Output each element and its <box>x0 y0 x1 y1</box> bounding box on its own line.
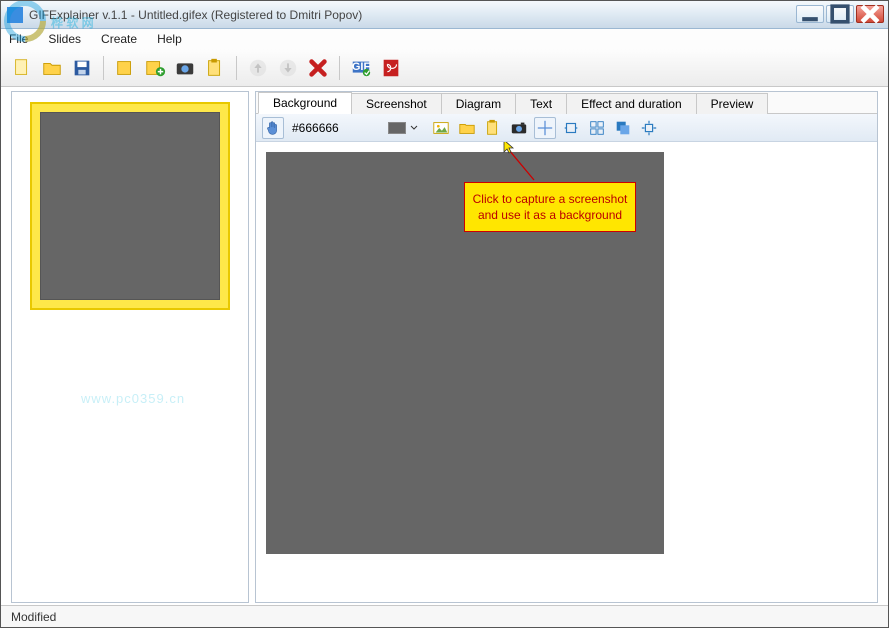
tab-text[interactable]: Text <box>515 93 567 114</box>
fit-width-icon[interactable] <box>560 117 582 139</box>
tab-background[interactable]: Background <box>258 92 352 114</box>
tab-row: Background Screenshot Diagram Text Effec… <box>256 92 877 114</box>
outward-icon[interactable] <box>638 117 660 139</box>
color-swatch[interactable] <box>388 122 406 134</box>
image-icon[interactable] <box>430 117 452 139</box>
tab-diagram[interactable]: Diagram <box>441 93 516 114</box>
export-pdf-button[interactable] <box>378 55 404 81</box>
crosshair-icon[interactable] <box>534 117 556 139</box>
slides-panel[interactable] <box>11 91 249 603</box>
save-button[interactable] <box>69 55 95 81</box>
menu-file[interactable]: File <box>5 32 32 46</box>
minimize-button[interactable] <box>796 5 824 23</box>
menu-slides[interactable]: Slides <box>44 32 85 46</box>
status-text: Modified <box>11 610 56 624</box>
menu-bar: File Slides Create Help <box>1 29 888 49</box>
canvas-area[interactable]: Click to capture a screenshot and use it… <box>256 142 877 602</box>
tab-screenshot[interactable]: Screenshot <box>351 93 442 114</box>
slide-thumbnail-selected[interactable] <box>30 102 230 310</box>
swatch-dropdown-icon[interactable] <box>410 122 418 134</box>
background-toolbar: #666666 <box>256 114 877 142</box>
camera-icon[interactable] <box>508 117 530 139</box>
tab-preview[interactable]: Preview <box>696 93 769 114</box>
main-toolbar: GIF <box>1 49 888 87</box>
hand-icon[interactable] <box>262 117 284 139</box>
menu-create[interactable]: Create <box>97 32 141 46</box>
app-icon <box>7 7 23 23</box>
delete-button[interactable] <box>305 55 331 81</box>
window-title: GIFExplainer v.1.1 - Untitled.gifex (Reg… <box>29 8 796 22</box>
grid-icon[interactable] <box>586 117 608 139</box>
layers-icon[interactable] <box>612 117 634 139</box>
paste-icon[interactable] <box>482 117 504 139</box>
tooltip-line1: Click to capture a screenshot <box>471 191 629 207</box>
close-button[interactable] <box>856 5 884 23</box>
tooltip-line2: and use it as a background <box>471 207 629 223</box>
move-down-button <box>275 55 301 81</box>
paste-slide-button[interactable] <box>202 55 228 81</box>
tab-effect[interactable]: Effect and duration <box>566 93 697 114</box>
maximize-button[interactable] <box>826 5 854 23</box>
add-screenshot-button[interactable] <box>142 55 168 81</box>
tooltip: Click to capture a screenshot and use it… <box>464 182 636 232</box>
new-button[interactable] <box>9 55 35 81</box>
open-button[interactable] <box>39 55 65 81</box>
color-code-label: #666666 <box>288 120 386 136</box>
title-bar: GIFExplainer v.1.1 - Untitled.gifex (Reg… <box>1 1 888 29</box>
camera-button[interactable] <box>172 55 198 81</box>
slide-thumbnail-content <box>40 112 220 300</box>
new-slide-button[interactable] <box>112 55 138 81</box>
open-icon[interactable] <box>456 117 478 139</box>
status-bar: Modified <box>1 605 888 627</box>
editor-panel: Background Screenshot Diagram Text Effec… <box>255 91 878 603</box>
export-gif-button[interactable]: GIF <box>348 55 374 81</box>
menu-help[interactable]: Help <box>153 32 186 46</box>
move-up-button <box>245 55 271 81</box>
